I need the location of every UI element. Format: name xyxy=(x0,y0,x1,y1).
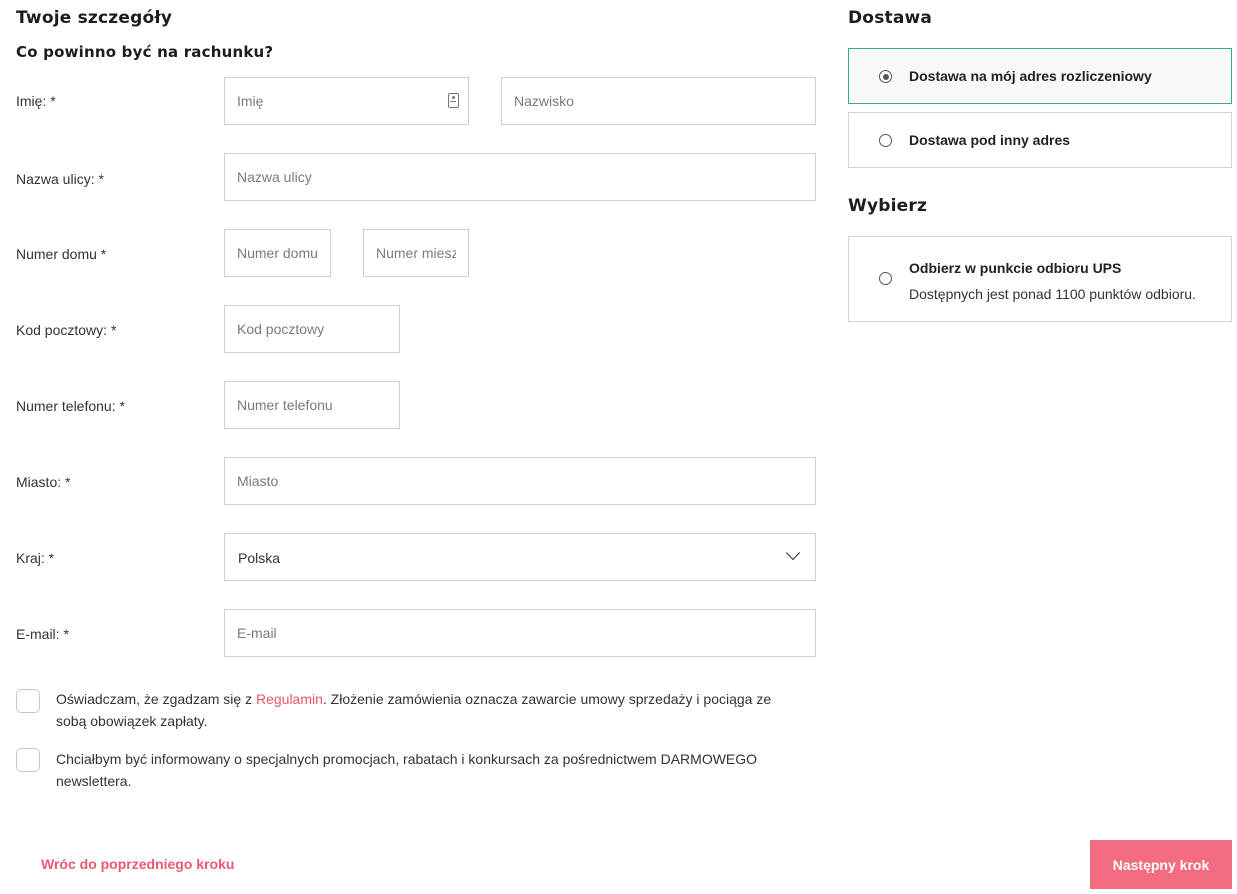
contact-card-icon[interactable] xyxy=(448,93,459,108)
terms-consent-text: Oświadczam, że zgadzam się z Regulamin. … xyxy=(56,688,796,732)
section-subtitle: Co powinno być na rachunku? xyxy=(16,43,274,61)
first-name-input[interactable] xyxy=(224,77,469,125)
city-label: Miasto: * xyxy=(16,474,71,490)
radio-icon[interactable] xyxy=(879,134,892,147)
phone-label: Numer telefonu: * xyxy=(16,398,125,414)
terms-checkbox[interactable] xyxy=(16,689,40,713)
delivery-option-billing-address[interactable]: Dostawa na mój adres rozliczeniowy xyxy=(848,48,1232,104)
pickup-option-ups[interactable]: Odbierz w punkcie odbioru UPS Dostępnych… xyxy=(848,236,1232,322)
radio-icon[interactable] xyxy=(879,272,892,285)
postal-code-label: Kod pocztowy: * xyxy=(16,322,117,338)
country-select[interactable]: Polska xyxy=(224,533,816,581)
house-number-label: Numer domu * xyxy=(16,246,107,262)
city-input[interactable] xyxy=(224,457,816,505)
phone-input[interactable] xyxy=(224,381,400,429)
pickup-option-subtitle: Dostępnych jest ponad 1100 punktów odbio… xyxy=(909,286,1196,302)
postal-code-input[interactable] xyxy=(224,305,400,353)
email-input[interactable] xyxy=(224,609,816,657)
apartment-number-input[interactable] xyxy=(363,229,469,277)
street-label: Nazwa ulicy: * xyxy=(16,171,104,187)
house-number-input[interactable] xyxy=(224,229,331,277)
newsletter-consent-text: Chciałbym być informowany o specjalnych … xyxy=(56,751,758,789)
page-title: Twoje szczegóły xyxy=(16,8,173,28)
back-link[interactable]: Wróc do poprzedniego kroku xyxy=(41,856,234,872)
delivery-title: Dostawa xyxy=(848,8,933,28)
email-label: E-mail: * xyxy=(16,626,69,642)
next-step-button[interactable]: Następny krok xyxy=(1090,840,1232,889)
newsletter-checkbox[interactable] xyxy=(16,748,40,772)
delivery-option-label: Dostawa na mój adres rozliczeniowy xyxy=(909,68,1152,84)
country-label: Kraj: * xyxy=(16,550,55,566)
radio-selected-icon[interactable] xyxy=(879,70,892,83)
pickup-option-title: Odbierz w punkcie odbioru UPS xyxy=(909,260,1122,276)
street-input[interactable] xyxy=(224,153,816,201)
country-select-value: Polska xyxy=(238,550,281,566)
pickup-title: Wybierz xyxy=(848,196,928,216)
terms-text-before: Oświadczam, że zgadzam się z xyxy=(56,691,256,707)
delivery-option-other-address[interactable]: Dostawa pod inny adres xyxy=(848,112,1232,168)
delivery-option-label: Dostawa pod inny adres xyxy=(909,132,1071,148)
first-name-label: Imię: * xyxy=(16,93,56,109)
terms-link[interactable]: Regulamin xyxy=(256,691,323,707)
chevron-down-icon xyxy=(785,545,801,561)
last-name-input[interactable] xyxy=(501,77,816,125)
